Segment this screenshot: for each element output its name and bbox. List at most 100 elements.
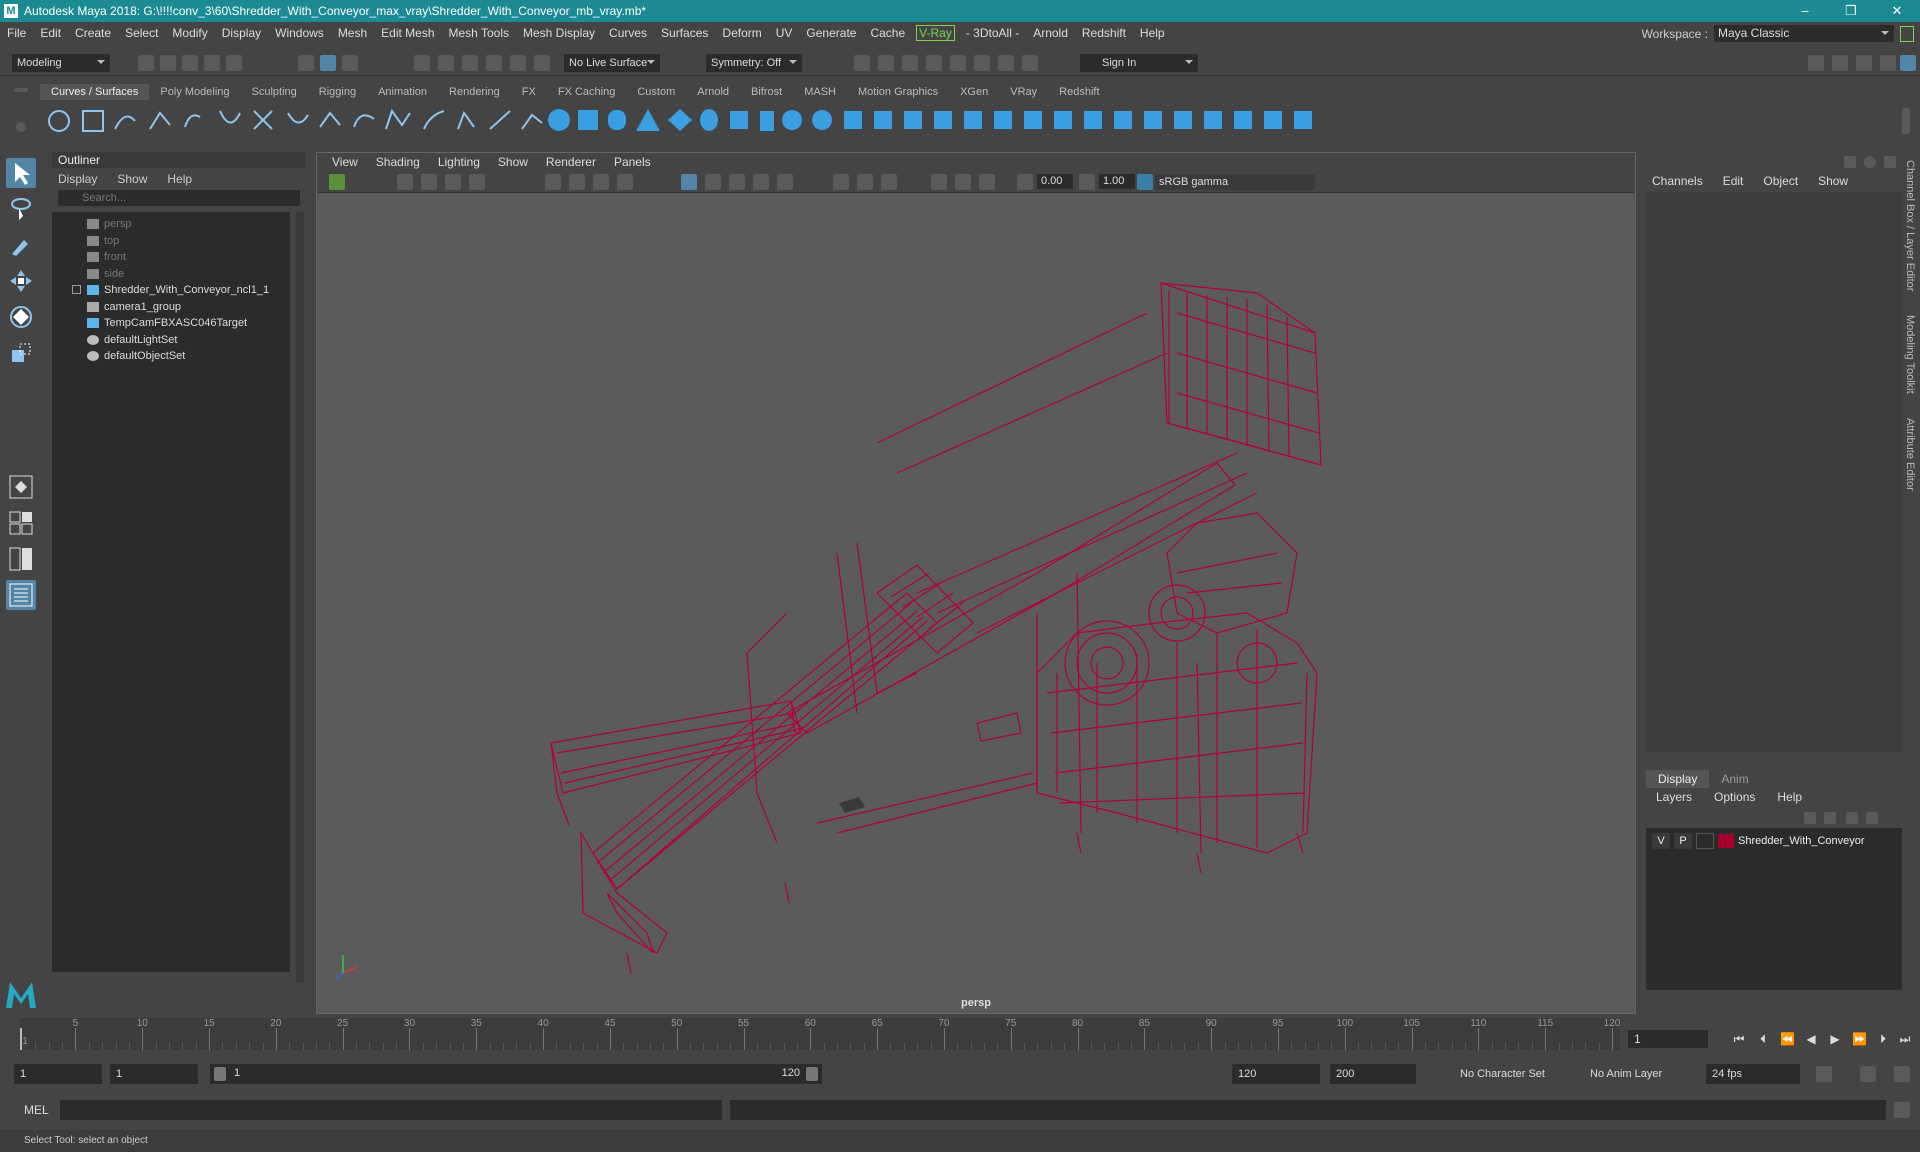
rotate-tool-icon[interactable] — [6, 302, 36, 332]
channel-menu-edit[interactable]: Edit — [1723, 174, 1744, 192]
shelf-tab-bifrost[interactable]: Bifrost — [740, 84, 793, 100]
workspace-dropdown[interactable]: Maya Classic — [1714, 25, 1894, 42]
new-empty-layer-icon[interactable] — [1846, 812, 1858, 824]
menu-uv[interactable]: UV — [769, 26, 800, 40]
menu-mesh[interactable]: Mesh — [331, 26, 374, 40]
image-plane-icon[interactable] — [421, 174, 437, 190]
viewport-menu-show[interactable]: Show — [489, 155, 537, 169]
channel-attributes-icon[interactable] — [1864, 156, 1876, 168]
outliner-menu-show[interactable]: Show — [117, 172, 147, 186]
select-object-icon[interactable] — [320, 55, 336, 71]
safe-title-icon[interactable] — [617, 174, 633, 190]
menu-redshift[interactable]: Redshift — [1075, 26, 1133, 40]
layer-color-swatch[interactable] — [1718, 834, 1734, 848]
move-layer-down-icon[interactable] — [1824, 812, 1836, 824]
two-view-layout-icon[interactable] — [6, 544, 36, 574]
playback-start-field[interactable]: 1 — [110, 1064, 198, 1084]
viewport-menu-view[interactable]: View — [323, 155, 367, 169]
shelf-tab-curves-surfaces[interactable]: Curves / Surfaces — [40, 84, 150, 100]
shelf-tab-custom[interactable]: Custom — [626, 84, 686, 100]
layer-editor-toggle-icon[interactable] — [1900, 55, 1916, 71]
layer-tab-anim[interactable]: Anim — [1709, 770, 1760, 788]
layer-display-type-toggle[interactable] — [1696, 833, 1714, 849]
vray-render-icon[interactable] — [974, 55, 990, 71]
menu-file[interactable]: File — [0, 26, 33, 40]
snap-curve-icon[interactable] — [438, 55, 454, 71]
channel-box-toggle-icon[interactable] — [1880, 55, 1896, 71]
symmetry-dropdown[interactable]: Symmetry: Off — [706, 54, 802, 72]
viewport-menu-shading[interactable]: Shading — [367, 155, 429, 169]
new-scene-icon[interactable] — [138, 55, 154, 71]
smooth-shade-icon[interactable] — [705, 174, 721, 190]
shelf-tab-fx-caching[interactable]: FX Caching — [547, 84, 626, 100]
gamma-icon[interactable] — [1079, 174, 1095, 190]
current-frame-field[interactable]: 1 — [1628, 1030, 1708, 1048]
menu-3dtoall[interactable]: - 3DtoAll - — [959, 26, 1026, 40]
layer-menu-options[interactable]: Options — [1714, 790, 1755, 804]
script-language-label[interactable]: MEL — [24, 1103, 49, 1117]
shelf-settings-icon[interactable] — [16, 122, 26, 132]
menu-mesh-tools[interactable]: Mesh Tools — [442, 26, 516, 40]
layer-playback-toggle[interactable]: P — [1674, 833, 1692, 849]
shelf-tab-sculpting[interactable]: Sculpting — [241, 84, 308, 100]
isolate-select-icon[interactable] — [931, 174, 947, 190]
snap-view-icon[interactable] — [486, 55, 502, 71]
ambient-occlusion-icon[interactable] — [857, 174, 873, 190]
pause-icon[interactable] — [1022, 55, 1038, 71]
redo-icon[interactable] — [226, 55, 242, 71]
expand-icon[interactable] — [72, 285, 81, 294]
textured-icon[interactable] — [753, 174, 769, 190]
undo-icon[interactable] — [204, 55, 220, 71]
select-tool-icon[interactable] — [6, 158, 36, 188]
menu-create[interactable]: Create — [68, 26, 118, 40]
xray-icon[interactable] — [955, 174, 971, 190]
outliner-menu-help[interactable]: Help — [167, 172, 192, 186]
mode-menu-dropdown[interactable]: Modeling — [12, 54, 110, 72]
exposure-icon[interactable] — [1017, 174, 1033, 190]
side-tab-attribute-editor[interactable]: Attribute Editor — [1904, 418, 1916, 491]
menu-edit-mesh[interactable]: Edit Mesh — [374, 26, 441, 40]
outliner-menu-display[interactable]: Display — [58, 172, 97, 186]
wireframe-on-shaded-icon[interactable] — [729, 174, 745, 190]
play-forward-icon[interactable]: ▶ — [1828, 1032, 1842, 1046]
color-management-icon[interactable] — [1137, 174, 1153, 190]
animation-preferences-icon[interactable] — [1894, 1066, 1910, 1082]
channel-menu-show[interactable]: Show — [1818, 174, 1848, 192]
layer-visibility-toggle[interactable]: V — [1652, 833, 1670, 849]
four-view-layout-icon[interactable] — [6, 508, 36, 538]
bookmark-icon[interactable] — [397, 174, 413, 190]
layer-row[interactable]: V P Shredder_With_Conveyor — [1652, 832, 1865, 850]
range-end-handle[interactable] — [806, 1067, 818, 1081]
anim-layer-dropdown[interactable]: No Anim Layer — [1584, 1064, 1694, 1084]
wireframe-icon[interactable] — [681, 174, 697, 190]
render-history-icon[interactable] — [854, 55, 870, 71]
animation-start-field[interactable]: 1 — [14, 1064, 102, 1084]
step-forward-key-icon[interactable]: ⏩ — [1852, 1032, 1867, 1046]
snap-grid-icon[interactable] — [414, 55, 430, 71]
viewport-menu-lighting[interactable]: Lighting — [429, 155, 489, 169]
side-tab-modeling-toolkit[interactable]: Modeling Toolkit — [1904, 315, 1916, 394]
save-scene-icon[interactable] — [182, 55, 198, 71]
outliner-search-input[interactable]: Search... — [58, 190, 300, 206]
fps-dropdown[interactable]: 24 fps — [1706, 1064, 1800, 1084]
exposure-field[interactable]: 0.00 — [1037, 174, 1073, 189]
new-layer-from-selection-icon[interactable] — [1866, 812, 1878, 824]
resolution-gate-icon[interactable] — [569, 174, 585, 190]
go-to-end-icon[interactable]: ⏭ — [1898, 1032, 1912, 1046]
shelf-tab-redshift[interactable]: Redshift — [1048, 84, 1110, 100]
shelf-tab-arnold[interactable]: Arnold — [686, 84, 740, 100]
channel-box-area[interactable] — [1646, 192, 1902, 752]
time-slider-track[interactable]: 1 5 10 15 20 25 30 35 40 45 50 55 60 65 70 75 80 85 90 95 1… — [20, 1018, 1620, 1050]
range-start-handle[interactable] — [214, 1067, 226, 1081]
channel-box-icon[interactable] — [1844, 156, 1856, 168]
grid-toggle-icon[interactable] — [469, 174, 485, 190]
menu-surfaces[interactable]: Surfaces — [654, 26, 715, 40]
shelf-tab-mash[interactable]: MASH — [793, 84, 847, 100]
menu-curves[interactable]: Curves — [602, 26, 654, 40]
animation-end-field[interactable]: 200 — [1330, 1064, 1416, 1084]
motion-blur-icon[interactable] — [881, 174, 897, 190]
render-settings-icon[interactable] — [926, 55, 942, 71]
gamma-field[interactable]: 1.00 — [1099, 174, 1135, 189]
shelf-tab-animation[interactable]: Animation — [367, 84, 438, 100]
paint-select-tool-icon[interactable] — [6, 230, 36, 260]
